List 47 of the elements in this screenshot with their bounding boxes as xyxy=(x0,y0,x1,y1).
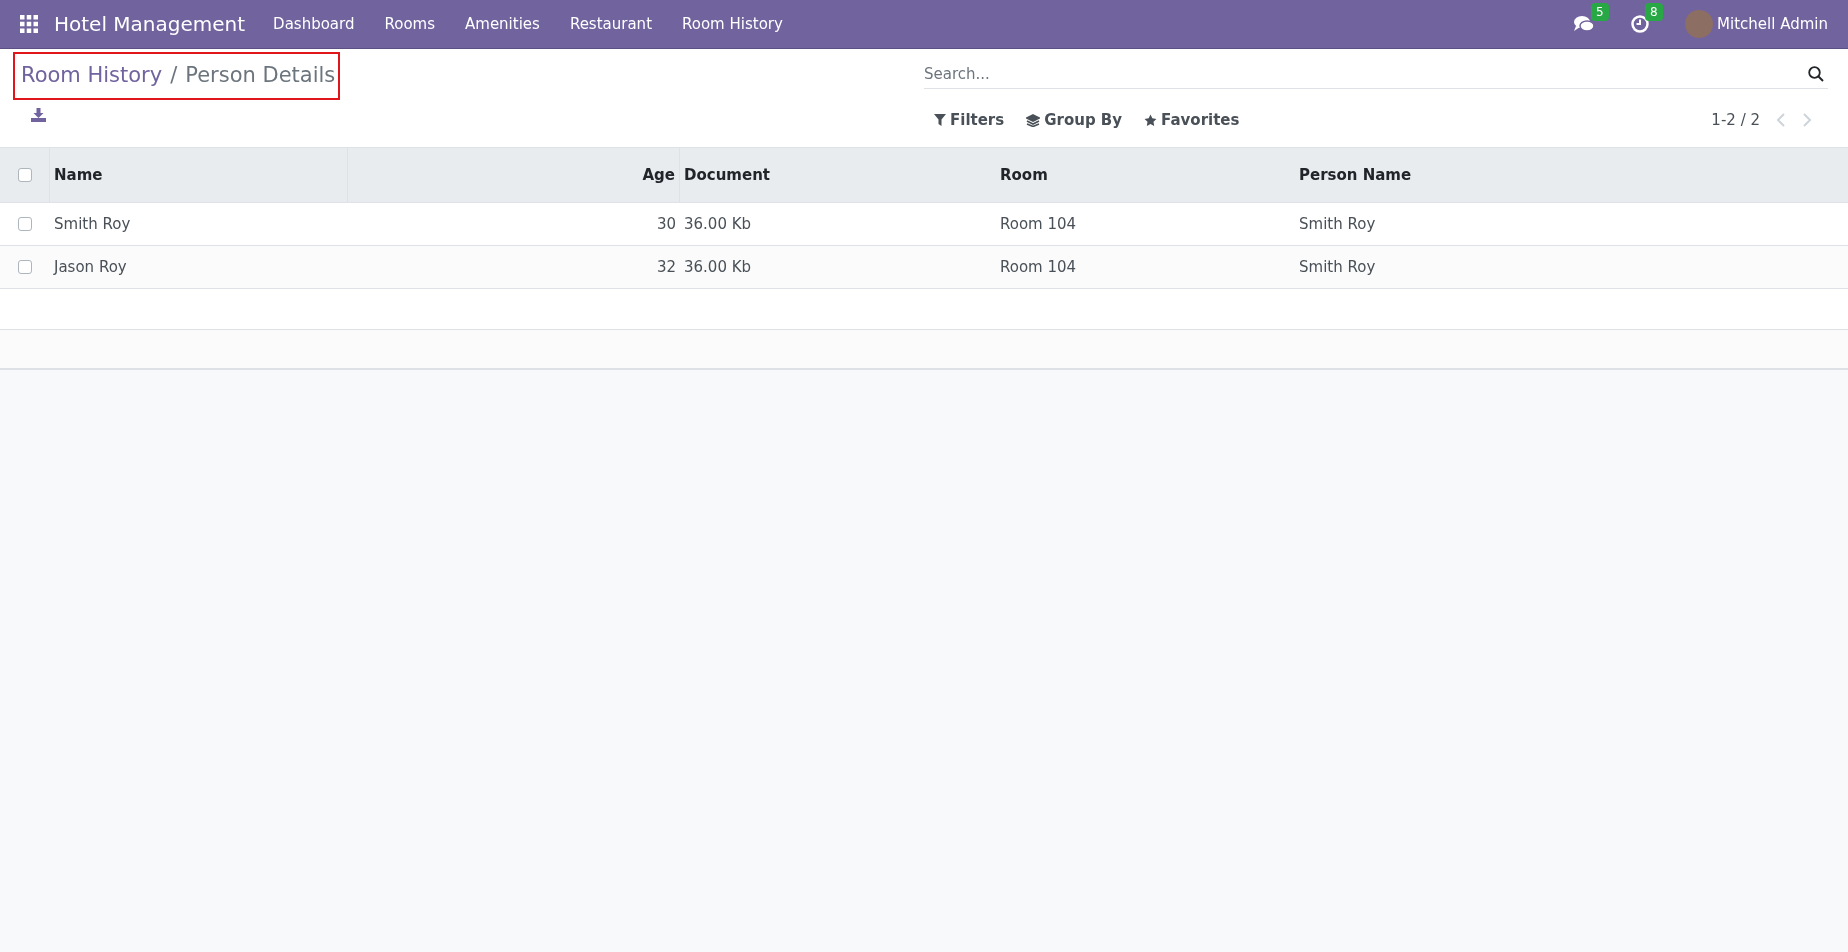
star-icon xyxy=(1144,113,1158,127)
breadcrumb-link[interactable]: Room History xyxy=(21,60,163,92)
previous-icon[interactable] xyxy=(1776,113,1786,128)
column-header[interactable]: Name xyxy=(54,163,103,187)
count-badge: 5 xyxy=(1591,3,1609,21)
table-cell-text: Smith Roy xyxy=(1299,213,1376,235)
table-cell-text: 36.00 Kb xyxy=(684,213,752,235)
filter-button[interactable]: Group By xyxy=(1026,109,1123,132)
menu-item[interactable]: Dashboard xyxy=(273,12,355,36)
table-cell-text: Room 104 xyxy=(1000,256,1077,278)
user-name[interactable]: Mitchell Admin xyxy=(1717,12,1828,36)
column-header[interactable]: Document xyxy=(684,163,770,187)
column-header[interactable]: Person Name xyxy=(1299,163,1412,187)
filter-button[interactable]: Filters xyxy=(934,109,1005,132)
column-header[interactable]: Room xyxy=(1000,163,1048,187)
count-badge: 8 xyxy=(1645,3,1663,21)
pager-value: 1-2 / 2 xyxy=(1711,110,1760,131)
filter-button[interactable]: Favorites xyxy=(1144,109,1240,132)
search-field[interactable]: Search... xyxy=(924,59,1808,88)
column-header[interactable]: Age xyxy=(642,163,675,187)
table-cell-text: Smith Roy xyxy=(1299,256,1376,278)
app-title[interactable]: Hotel Management xyxy=(54,9,246,39)
table-cell-text: Room 104 xyxy=(1000,213,1077,235)
table-cell-text: 30 xyxy=(656,213,676,235)
table-cell-text: 36.00 Kb xyxy=(684,256,752,278)
breadcrumb-current: Person Details xyxy=(185,62,336,90)
checkbox[interactable] xyxy=(18,260,32,274)
apps-grid-icon[interactable] xyxy=(20,15,38,33)
download-icon[interactable] xyxy=(31,108,46,122)
search-icon[interactable] xyxy=(1808,65,1824,82)
avatar-placeholder[interactable] xyxy=(1685,10,1714,38)
next-icon[interactable] xyxy=(1802,113,1812,128)
menu-item[interactable]: Room History xyxy=(682,12,783,36)
breadcrumb-separator: / xyxy=(170,62,178,90)
table-cell-text: Jason Roy xyxy=(54,256,127,278)
table-row[interactable]: Smith Roy 30 36.00 Kb Room 104 Smith Roy xyxy=(0,203,1848,246)
layers-icon xyxy=(1026,113,1041,127)
table-cell-text: Smith Roy xyxy=(54,213,131,235)
chat-icon[interactable] xyxy=(1573,15,1596,33)
clock-icon[interactable] xyxy=(1631,15,1650,33)
menu-item[interactable]: Rooms xyxy=(384,12,435,36)
table-cell-text: 32 xyxy=(656,256,676,278)
checkbox[interactable] xyxy=(17,168,32,182)
menu-item[interactable]: Restaurant xyxy=(569,12,652,36)
checkbox[interactable] xyxy=(18,217,32,231)
funnel-icon xyxy=(934,114,946,127)
menu-item[interactable]: Amenities xyxy=(465,12,540,36)
